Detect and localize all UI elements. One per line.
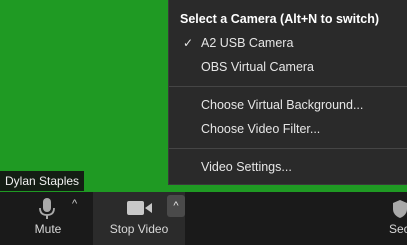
security-label: Sec	[389, 222, 407, 236]
camera-menu: Select a Camera (Alt+N to switch) ✓ A2 U…	[168, 0, 407, 185]
menu-item-video-settings[interactable]: Video Settings...	[169, 155, 407, 179]
video-options-caret-icon[interactable]: ^	[167, 195, 185, 217]
menu-item-label: Video Settings...	[201, 160, 292, 174]
menu-divider	[169, 148, 407, 149]
camera-menu-header: Select a Camera (Alt+N to switch)	[180, 12, 380, 26]
microphone-icon	[39, 198, 55, 219]
menu-item-obs-virtual-camera[interactable]: OBS Virtual Camera	[169, 55, 407, 79]
participant-name-label: Dylan Staples	[0, 171, 85, 191]
menu-divider	[169, 86, 407, 87]
menu-item-label: A2 USB Camera	[201, 36, 294, 50]
checkmark-icon: ✓	[183, 36, 194, 50]
menu-item-label: Choose Virtual Background...	[201, 98, 364, 112]
audio-options-caret-icon[interactable]: ^	[72, 198, 77, 210]
menu-item-label: OBS Virtual Camera	[201, 60, 315, 74]
stop-video-label: Stop Video	[109, 222, 169, 236]
video-camera-icon	[127, 201, 152, 215]
mute-label: Mute	[34, 222, 62, 236]
menu-item-label: Choose Video Filter...	[201, 122, 321, 136]
menu-item-virtual-background[interactable]: Choose Virtual Background...	[169, 93, 407, 117]
shield-icon[interactable]	[393, 200, 407, 218]
mute-button[interactable]: Mute	[20, 192, 76, 245]
menu-item-a2-usb-camera[interactable]: ✓ A2 USB Camera	[169, 31, 407, 55]
menu-item-video-filter[interactable]: Choose Video Filter...	[169, 117, 407, 141]
meeting-toolbar: Mute ^ Stop Video ^ Sec	[0, 192, 407, 245]
